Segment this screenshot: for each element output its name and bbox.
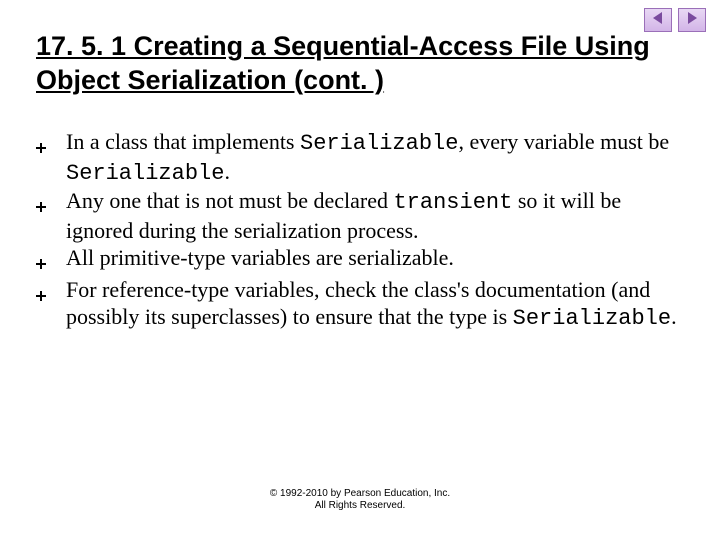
next-slide-button[interactable]: [678, 8, 706, 32]
nav-buttons: [644, 8, 706, 32]
bullet-icon: [36, 276, 66, 333]
bullet-text: For reference-type variables, check the …: [66, 276, 684, 333]
list-item: For reference-type variables, check the …: [36, 276, 684, 333]
triangle-left-icon: [652, 11, 664, 30]
prev-slide-button[interactable]: [644, 8, 672, 32]
list-item: Any one that is not must be declared tra…: [36, 187, 684, 244]
footer-line-1: © 1992-2010 by Pearson Education, Inc.: [0, 488, 720, 500]
bullet-text: In a class that implements Serializable,…: [66, 128, 684, 187]
list-item: All primitive-type variables are seriali…: [36, 244, 684, 276]
bullet-text: All primitive-type variables are seriali…: [66, 244, 684, 276]
triangle-right-icon: [686, 11, 698, 30]
copyright-footer: © 1992-2010 by Pearson Education, Inc. A…: [0, 488, 720, 512]
list-item: In a class that implements Serializable,…: [36, 128, 684, 187]
footer-line-2: All Rights Reserved.: [0, 500, 720, 512]
bullet-icon: [36, 187, 66, 244]
bullet-list: In a class that implements Serializable,…: [36, 128, 684, 333]
bullet-text: Any one that is not must be declared tra…: [66, 187, 684, 244]
slide-title: 17. 5. 1 Creating a Sequential-Access Fi…: [36, 30, 684, 98]
bullet-icon: [36, 244, 66, 276]
bullet-icon: [36, 128, 66, 187]
